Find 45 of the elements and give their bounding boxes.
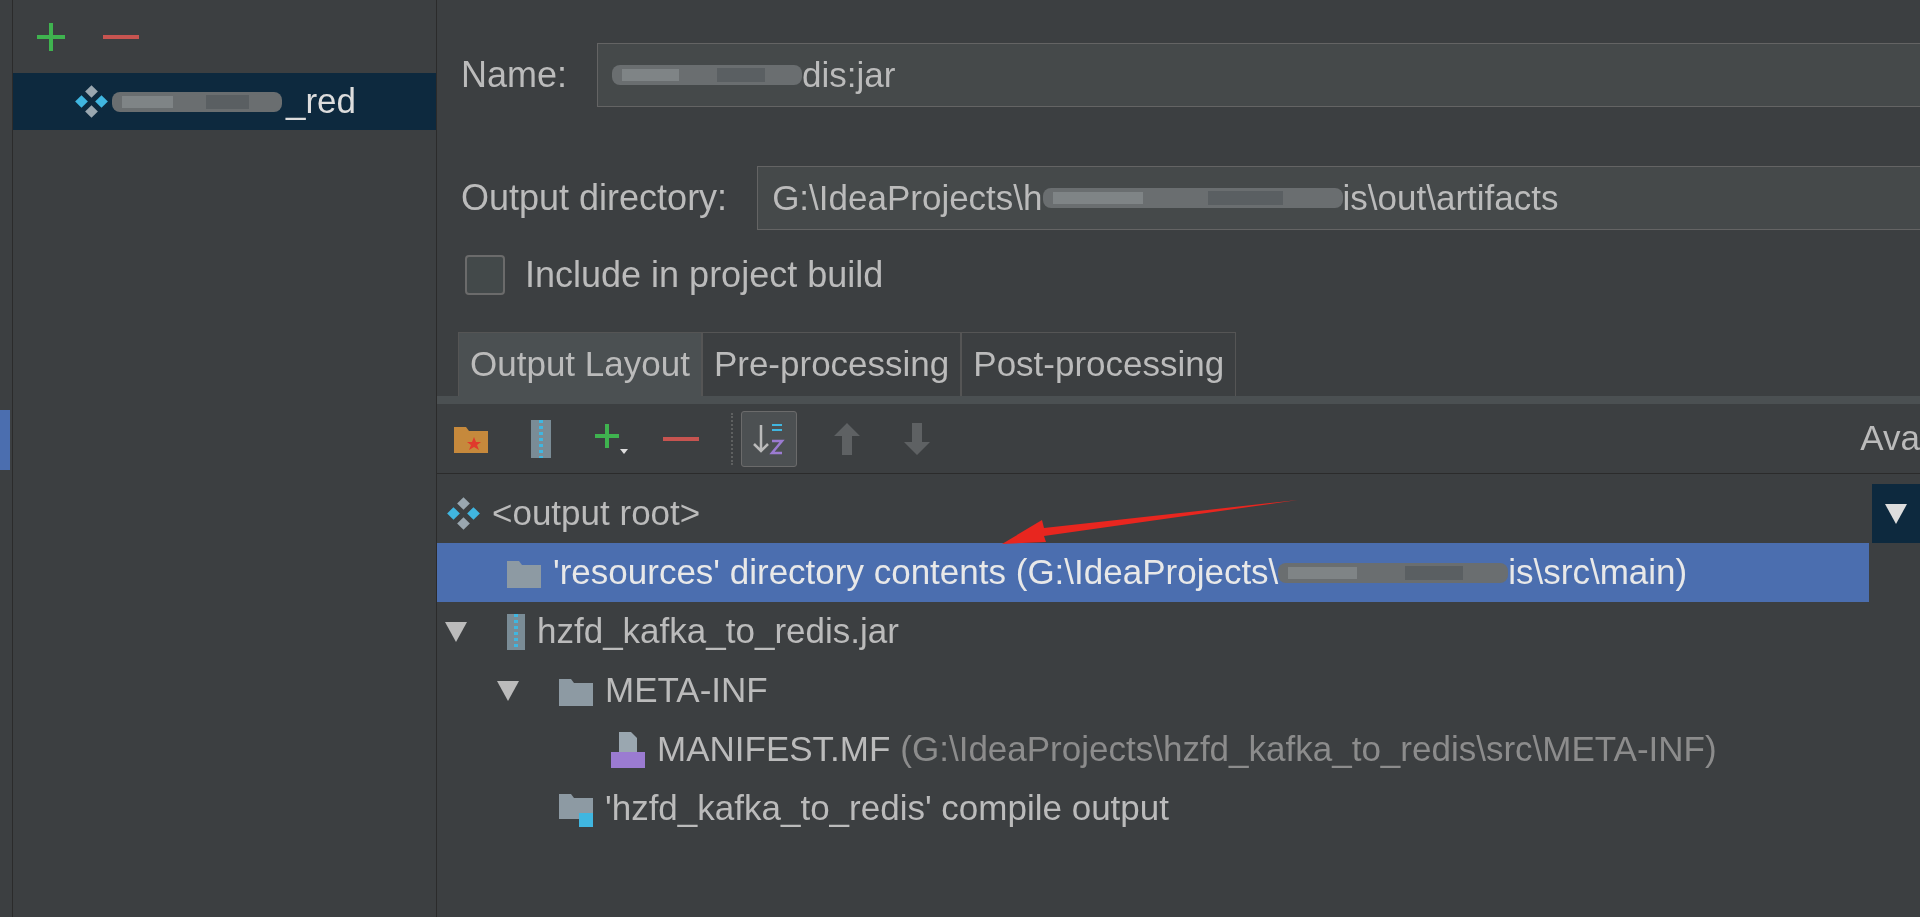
tab[interactable]: Post-processing — [961, 332, 1237, 396]
node-label: META-INF — [605, 669, 768, 712]
tree-row[interactable]: 'hzfd_kafka_to_redis' compile output — [437, 779, 1869, 838]
expand-arrow-icon[interactable] — [497, 680, 519, 701]
expand-arrow-icon[interactable] — [445, 621, 467, 642]
checkbox[interactable] — [465, 255, 505, 295]
node-label: MANIFEST.MF — [657, 728, 891, 771]
field-value: dis:jar — [802, 53, 896, 96]
tab[interactable]: Output Layout — [458, 332, 702, 396]
tree-row[interactable]: MANIFEST.MF (G:\IdeaProjects\hzfd_kafka_to_redis\src\META-INF) — [437, 720, 1869, 779]
node-label: 'hzfd_kafka_to_redis' compile output — [605, 787, 1169, 830]
scroll-marker — [0, 410, 10, 470]
manifest-file-icon — [611, 731, 645, 768]
expand-arrow-icon[interactable] — [1885, 503, 1907, 524]
toolbar-button[interactable] — [741, 410, 797, 467]
remove-icon[interactable] — [103, 34, 139, 39]
text-field[interactable]: dis:jar — [597, 43, 1920, 107]
node-label: <output root> — [492, 492, 701, 535]
artifact-icon — [75, 85, 108, 118]
text-field[interactable]: G:\IdeaProjects\h is\out\artifacts — [757, 166, 1920, 230]
node-path: (G:\IdeaProjects\hzfd_kafka_to_redis\src\META-INF) — [900, 728, 1717, 771]
tree-row[interactable]: META-INF — [437, 661, 1869, 720]
node-label: 'resources' directory contents (G:\IdeaProjects\ — [553, 551, 1279, 594]
tab[interactable]: Pre-processing — [701, 332, 962, 396]
field-value: is\out\artifacts — [1342, 176, 1559, 219]
tree-row[interactable] — [1872, 484, 1920, 543]
node-label: is\src\main) — [1508, 551, 1688, 594]
tree-row[interactable]: <output root> — [437, 484, 1869, 543]
checkbox-label: Include in project build — [525, 253, 884, 297]
panel-label: Ava — [1860, 417, 1920, 460]
artifact-icon — [447, 497, 480, 530]
tree-row[interactable]: hzfd_kafka_to_redis.jar — [437, 602, 1869, 661]
zipper-icon — [507, 613, 525, 650]
sidebar-item[interactable]: _red — [13, 73, 436, 130]
add-icon[interactable] — [35, 20, 67, 53]
down-arrow-icon — [902, 422, 932, 455]
field-value: G:\IdeaProjects\h — [772, 176, 1043, 219]
tree-row[interactable]: 'resources' directory contents (G:\IdeaProjects\ is\src\main) — [437, 543, 1869, 602]
field-label: Output directory: — [461, 176, 728, 220]
zipper-icon — [531, 419, 551, 458]
up-arrow-icon — [832, 422, 862, 455]
item-label: _red — [286, 80, 357, 123]
node-label: hzfd_kafka_to_redis.jar — [537, 610, 899, 653]
field-label: Name: — [461, 53, 568, 97]
remove-icon — [663, 436, 699, 441]
